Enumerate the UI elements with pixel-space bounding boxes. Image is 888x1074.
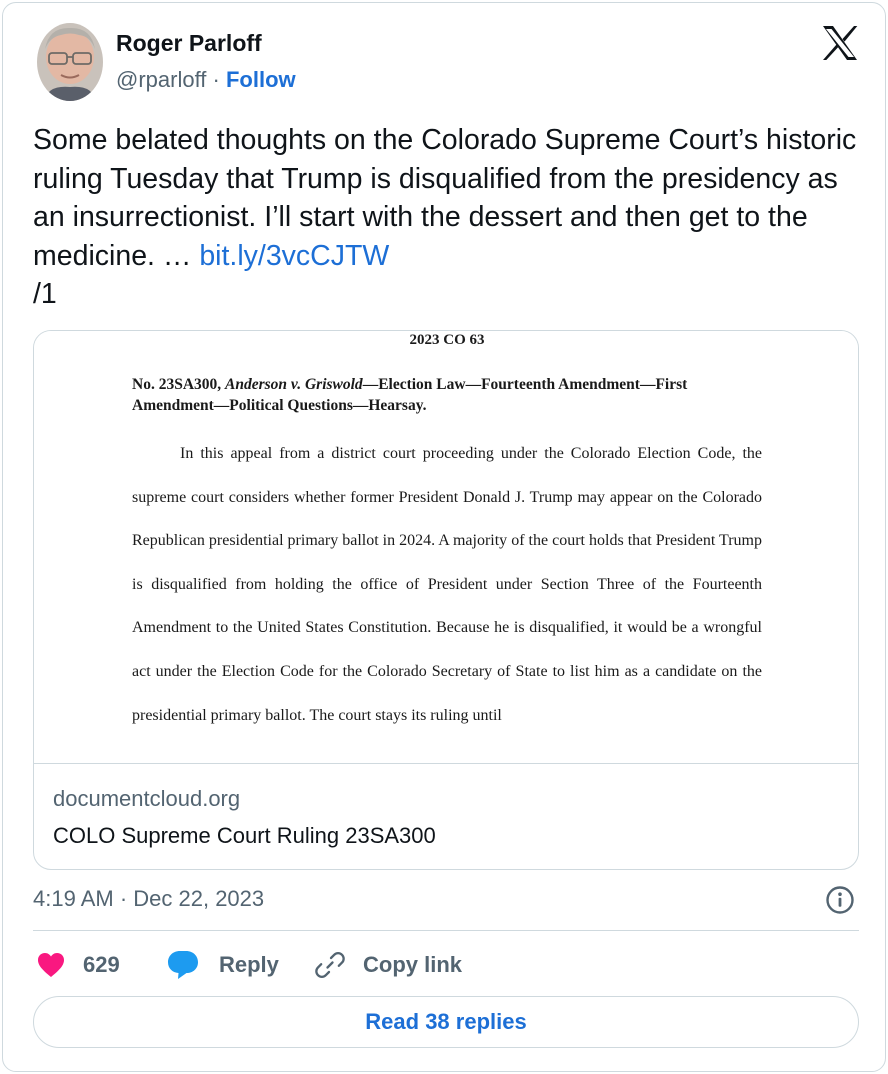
tweet-link[interactable]: bit.ly/3vcCJTW <box>199 240 389 272</box>
reply-button[interactable]: Reply <box>167 945 279 985</box>
author-handle-row: @rparloff · Follow <box>116 67 296 93</box>
copy-link-label: Copy link <box>363 952 463 977</box>
follow-button[interactable]: Follow <box>226 67 296 92</box>
doc-heading-case: Anderson v. Griswold <box>225 376 363 393</box>
tweet-embed-card: Roger Parloff @rparloff · Follow Some be… <box>2 2 886 1072</box>
info-icon[interactable] <box>825 885 855 915</box>
document-preview-image: 2023 CO 63 No. 23SA300, Anderson v. Gris… <box>34 331 858 764</box>
avatar[interactable] <box>37 23 103 101</box>
read-replies-label: Read 38 replies <box>365 1009 527 1034</box>
doc-body: In this appeal from a district court pro… <box>132 445 762 724</box>
like-count: 629 <box>83 952 120 977</box>
divider <box>33 930 859 931</box>
doc-citation: 2023 CO 63 <box>409 332 485 348</box>
copy-link-button[interactable]: Copy link <box>315 945 462 985</box>
link-preview-card[interactable]: 2023 CO 63 No. 23SA300, Anderson v. Gris… <box>33 330 859 870</box>
doc-heading-prefix: No. 23SA300, <box>132 376 226 393</box>
x-logo-icon[interactable] <box>821 25 859 61</box>
tweet-body: Some belated thoughts on the Colorado Su… <box>33 124 857 272</box>
link-title: COLO Supreme Court Ruling 23SA300 <box>53 823 436 848</box>
read-replies-button[interactable]: Read 38 replies <box>33 996 859 1048</box>
thread-marker: /1 <box>33 278 57 310</box>
handle-separator: · <box>212 67 220 92</box>
doc-heading: No. 23SA300, Anderson v. Griswold—Electi… <box>132 374 772 416</box>
reply-label: Reply <box>219 952 279 977</box>
author-handle[interactable]: @rparloff <box>116 67 206 92</box>
heart-icon <box>38 953 64 977</box>
link-icon <box>315 952 345 978</box>
author-name[interactable]: Roger Parloff <box>116 30 262 57</box>
tweet-text: Some belated thoughts on the Colorado Su… <box>33 121 863 314</box>
link-domain: documentcloud.org <box>53 786 241 811</box>
reply-bubble-icon <box>168 951 198 979</box>
timestamp[interactable]: 4:19 AM · Dec 22, 2023 <box>33 886 264 912</box>
like-button[interactable]: 629 <box>37 945 120 985</box>
